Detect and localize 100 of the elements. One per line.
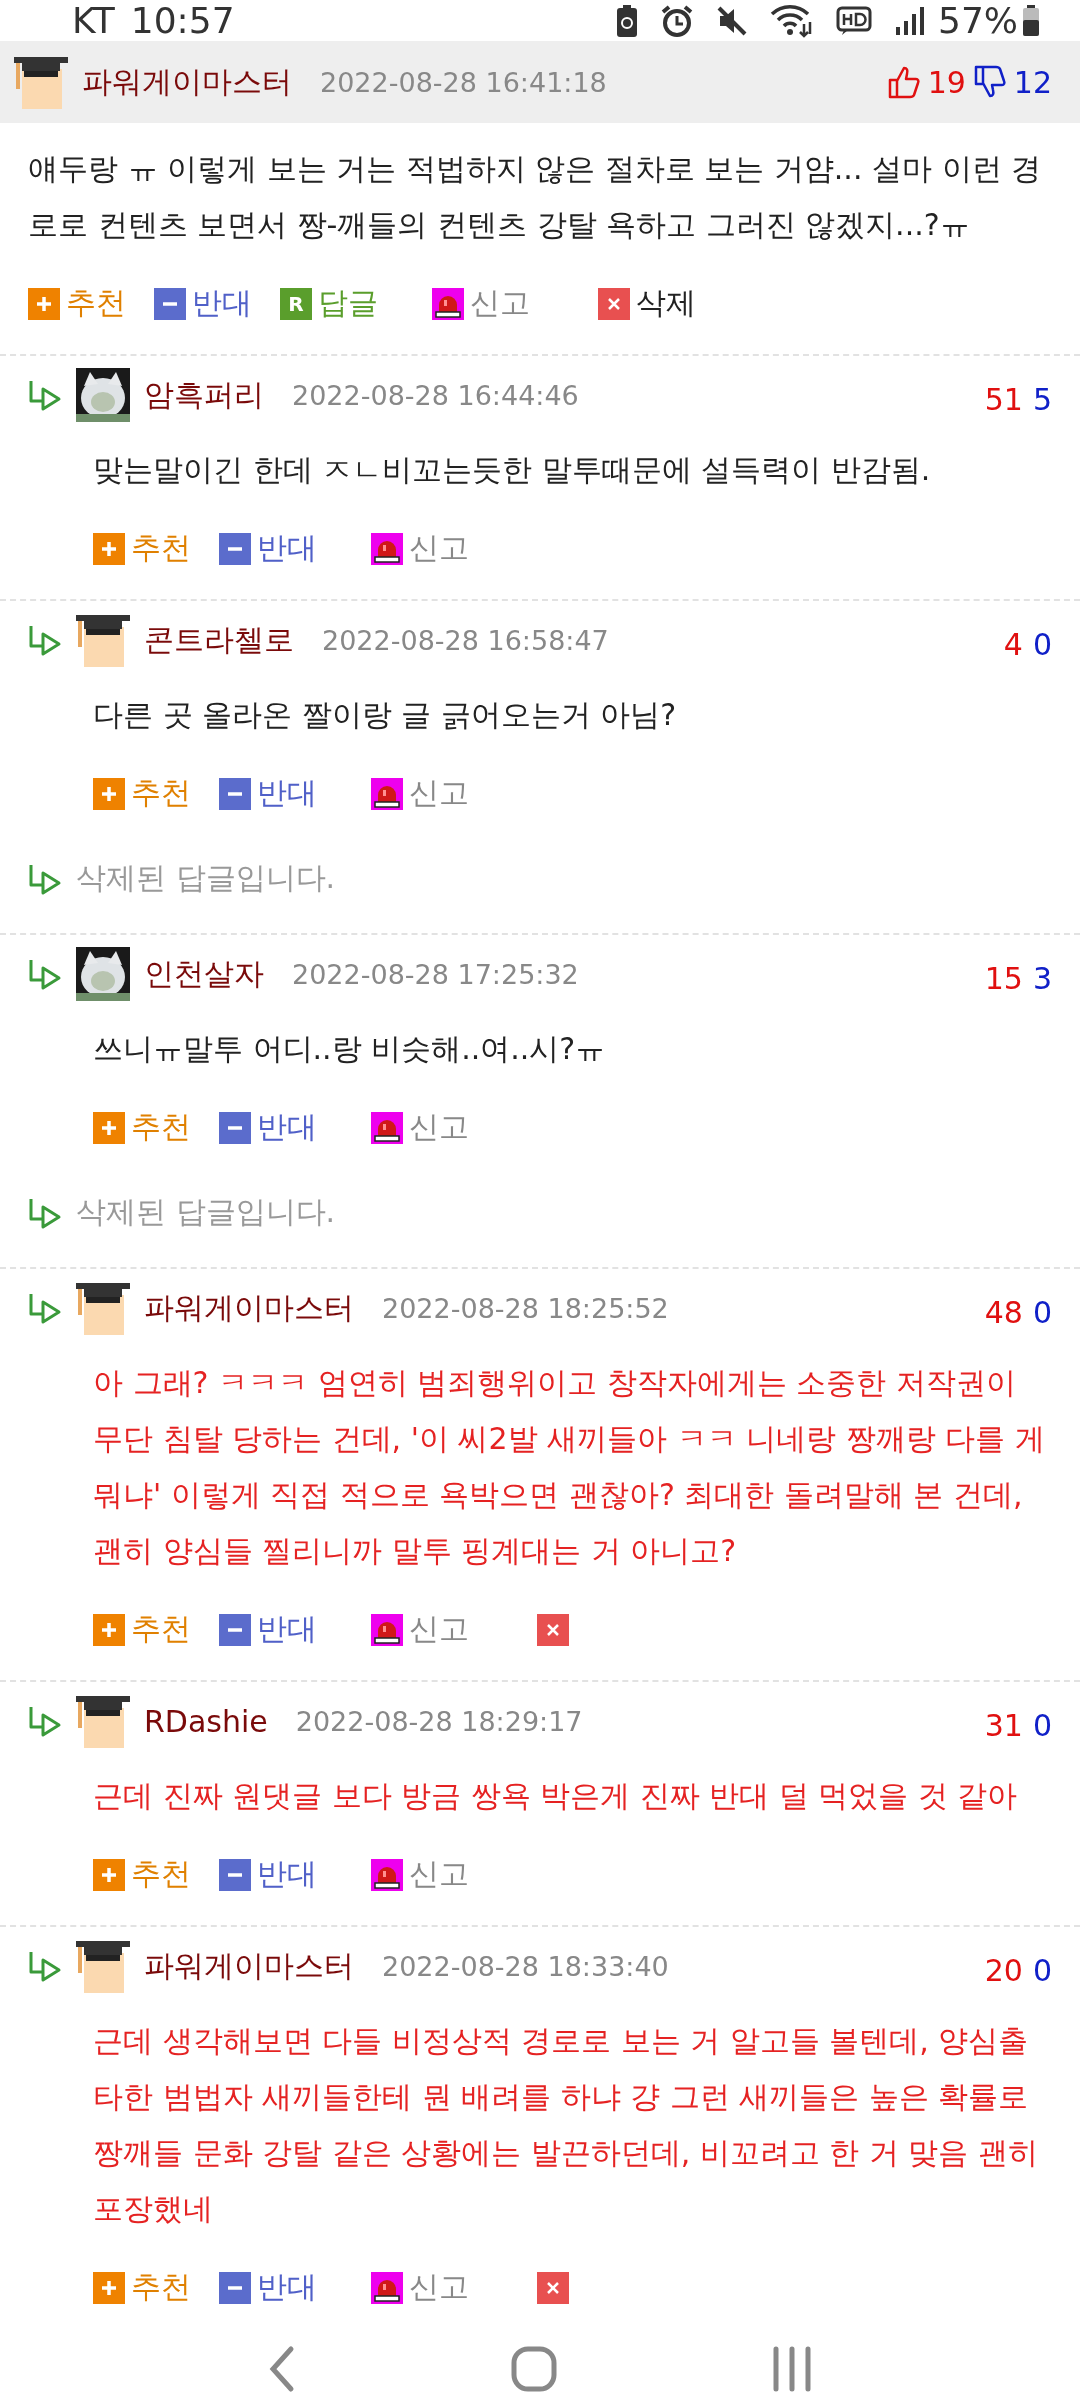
minus-icon bbox=[219, 1111, 251, 1144]
clock-time: 10:57 bbox=[130, 0, 235, 41]
author-name[interactable]: 파워게이마스터 bbox=[144, 1287, 354, 1329]
comment-text: 근데 생각해보면 다들 비정상적 경로로 보는 거 알고들 볼텐데, 양심출타한 범법자 새끼들한테 뭔 배려를 하냐 걍 그런 새끼들은 높은 확률로 짱깨들 문화 강탈 같은 상황에는 발끈하던데, 비꼬려고 한 거 맞음 괜히 포장했네 bbox=[93, 2022, 1039, 2228]
plus-icon bbox=[28, 287, 60, 320]
reply-arrow-icon bbox=[28, 379, 62, 411]
siren-icon bbox=[371, 1613, 403, 1646]
siren-icon bbox=[371, 777, 403, 810]
downvote-count: 0 bbox=[1032, 627, 1052, 662]
plus-icon bbox=[93, 1111, 125, 1144]
reply-arrow-icon bbox=[28, 1292, 62, 1324]
downvote-button[interactable]: 반대 bbox=[219, 2267, 317, 2308]
upvote-button[interactable]: 추천 bbox=[93, 2267, 191, 2308]
avatar bbox=[14, 55, 68, 109]
avatar bbox=[76, 1694, 130, 1748]
comment-time: 2022-08-28 18:29:17 bbox=[295, 1705, 583, 1737]
upvote-button[interactable]: 추천 bbox=[93, 528, 191, 569]
comment-text: 얘두랑 ㅠ 이렇게 보는 거는 적법하지 않은 절차로 보는 거얌... 설마 이런 경로로 컨텐츠 보면서 짱-깨들의 컨텐츠 강탈 욕하고 그러진 않겠지...?ㅠ bbox=[28, 150, 1043, 244]
upvote-button[interactable]: 추천 bbox=[93, 1854, 191, 1895]
comment-text: 쓰니ㅠ말투 어디..랑 비슷해..여..시?ㅠ bbox=[93, 1030, 607, 1068]
battery-icon bbox=[1022, 4, 1040, 37]
minus-icon bbox=[219, 2271, 251, 2304]
downvote-button[interactable]: 반대 bbox=[219, 773, 317, 814]
siren-icon bbox=[371, 1858, 403, 1891]
report-button[interactable]: 신고 bbox=[371, 773, 469, 814]
downvote-count: 3 bbox=[1032, 961, 1052, 996]
upvote-count: 19 bbox=[927, 64, 966, 100]
avatar bbox=[76, 1281, 130, 1335]
author-name[interactable]: 파워게이마스터 bbox=[82, 61, 292, 103]
report-button[interactable]: 신고 bbox=[371, 528, 469, 569]
upvote-count: 31 bbox=[984, 1708, 1023, 1743]
upvote-count: 15 bbox=[984, 961, 1023, 996]
plus-icon bbox=[93, 1858, 125, 1891]
reply-arrow-icon bbox=[28, 1705, 62, 1737]
minus-icon bbox=[219, 1858, 251, 1891]
wifi-icon bbox=[770, 3, 814, 38]
comment-text: 근데 진짜 원댓글 보다 방금 쌍욕 박은게 진짜 반대 덜 먹었을 것 같아 bbox=[93, 1777, 1019, 1815]
reply-arrow-icon bbox=[28, 1196, 62, 1229]
author-name[interactable]: 콘트라첼로 bbox=[144, 619, 294, 661]
siren-icon bbox=[432, 287, 464, 320]
delete-icon[interactable] bbox=[537, 2271, 569, 2304]
upvote-button[interactable]: 추천 bbox=[93, 1107, 191, 1148]
delete-icon bbox=[598, 287, 630, 320]
hd-voice-icon bbox=[836, 5, 872, 36]
home-button[interactable] bbox=[510, 2345, 558, 2393]
downvote-button[interactable]: 반대 bbox=[219, 528, 317, 569]
battery-percent: 57% bbox=[938, 0, 1018, 41]
upvote-count: 20 bbox=[984, 1953, 1023, 1988]
plus-icon bbox=[93, 532, 125, 565]
minus-icon bbox=[154, 287, 186, 320]
author-name[interactable]: RDashie bbox=[144, 1703, 268, 1739]
author-name[interactable]: 인천살자 bbox=[144, 953, 264, 995]
author-name[interactable]: 암흑퍼리 bbox=[144, 374, 264, 416]
minus-icon bbox=[219, 1613, 251, 1646]
downvote-count: 5 bbox=[1032, 382, 1052, 417]
avatar bbox=[76, 613, 130, 667]
mute-icon bbox=[716, 4, 748, 37]
downvote-button[interactable]: 반대 bbox=[219, 1107, 317, 1148]
siren-icon bbox=[371, 532, 403, 565]
deleted-reply-notice: 삭제된 답글입니다. bbox=[76, 1193, 336, 1231]
reply-arrow-icon bbox=[28, 624, 62, 656]
plus-icon bbox=[93, 777, 125, 810]
upvote-button[interactable]: 추천 bbox=[93, 773, 191, 814]
comment-text: 다른 곳 올라온 짤이랑 글 긁어오는거 아님? bbox=[93, 696, 678, 734]
reply-button[interactable]: R 답글 bbox=[280, 283, 378, 324]
battery-saver-icon bbox=[616, 3, 638, 38]
upvote-count: 48 bbox=[984, 1295, 1023, 1330]
report-button[interactable]: 신고 bbox=[371, 2267, 469, 2308]
minus-icon bbox=[219, 777, 251, 810]
siren-icon bbox=[371, 1111, 403, 1144]
downvote-button[interactable]: 반대 bbox=[154, 283, 252, 324]
carrier-name: KT bbox=[72, 0, 115, 41]
upvote-count: 51 bbox=[984, 382, 1023, 417]
report-button[interactable]: 신고 bbox=[371, 1609, 469, 1650]
comment-time: 2022-08-28 18:25:52 bbox=[382, 1292, 669, 1324]
plus-icon bbox=[93, 2271, 125, 2304]
author-name[interactable]: 파워게이마스터 bbox=[144, 1945, 354, 1987]
comment-time: 2022-08-28 16:41:18 bbox=[320, 66, 607, 98]
downvote-count: 0 bbox=[1032, 1708, 1052, 1743]
reply-arrow-icon bbox=[28, 862, 62, 895]
report-button[interactable]: 신고 bbox=[371, 1854, 469, 1895]
report-button[interactable]: 신고 bbox=[432, 283, 530, 324]
upvote-button[interactable]: 추천 bbox=[28, 283, 126, 324]
downvote-count: 0 bbox=[1032, 1953, 1052, 1988]
downvote-button[interactable]: 반대 bbox=[219, 1854, 317, 1895]
comment-time: 2022-08-28 18:33:40 bbox=[382, 1950, 669, 1982]
minus-icon bbox=[219, 532, 251, 565]
upvote-button[interactable]: 추천 bbox=[93, 1609, 191, 1650]
reply-arrow-icon bbox=[28, 958, 62, 990]
recent-apps-button[interactable] bbox=[771, 2345, 814, 2393]
upvote-count: 4 bbox=[1003, 627, 1023, 662]
downvote-count: 12 bbox=[1013, 64, 1052, 100]
comment-time: 2022-08-28 16:58:47 bbox=[322, 624, 609, 656]
alarm-icon bbox=[660, 3, 694, 38]
delete-icon[interactable] bbox=[537, 1613, 569, 1646]
comment-time: 2022-08-28 17:25:32 bbox=[292, 958, 579, 990]
delete-button[interactable]: 삭제 bbox=[598, 283, 696, 324]
report-button[interactable]: 신고 bbox=[371, 1107, 469, 1148]
comment-text: 맞는말이긴 한데 ㅈㄴ비꼬는듯한 말투때문에 설득력이 반감됨. bbox=[93, 451, 932, 489]
downvote-button[interactable]: 반대 bbox=[219, 1609, 317, 1650]
